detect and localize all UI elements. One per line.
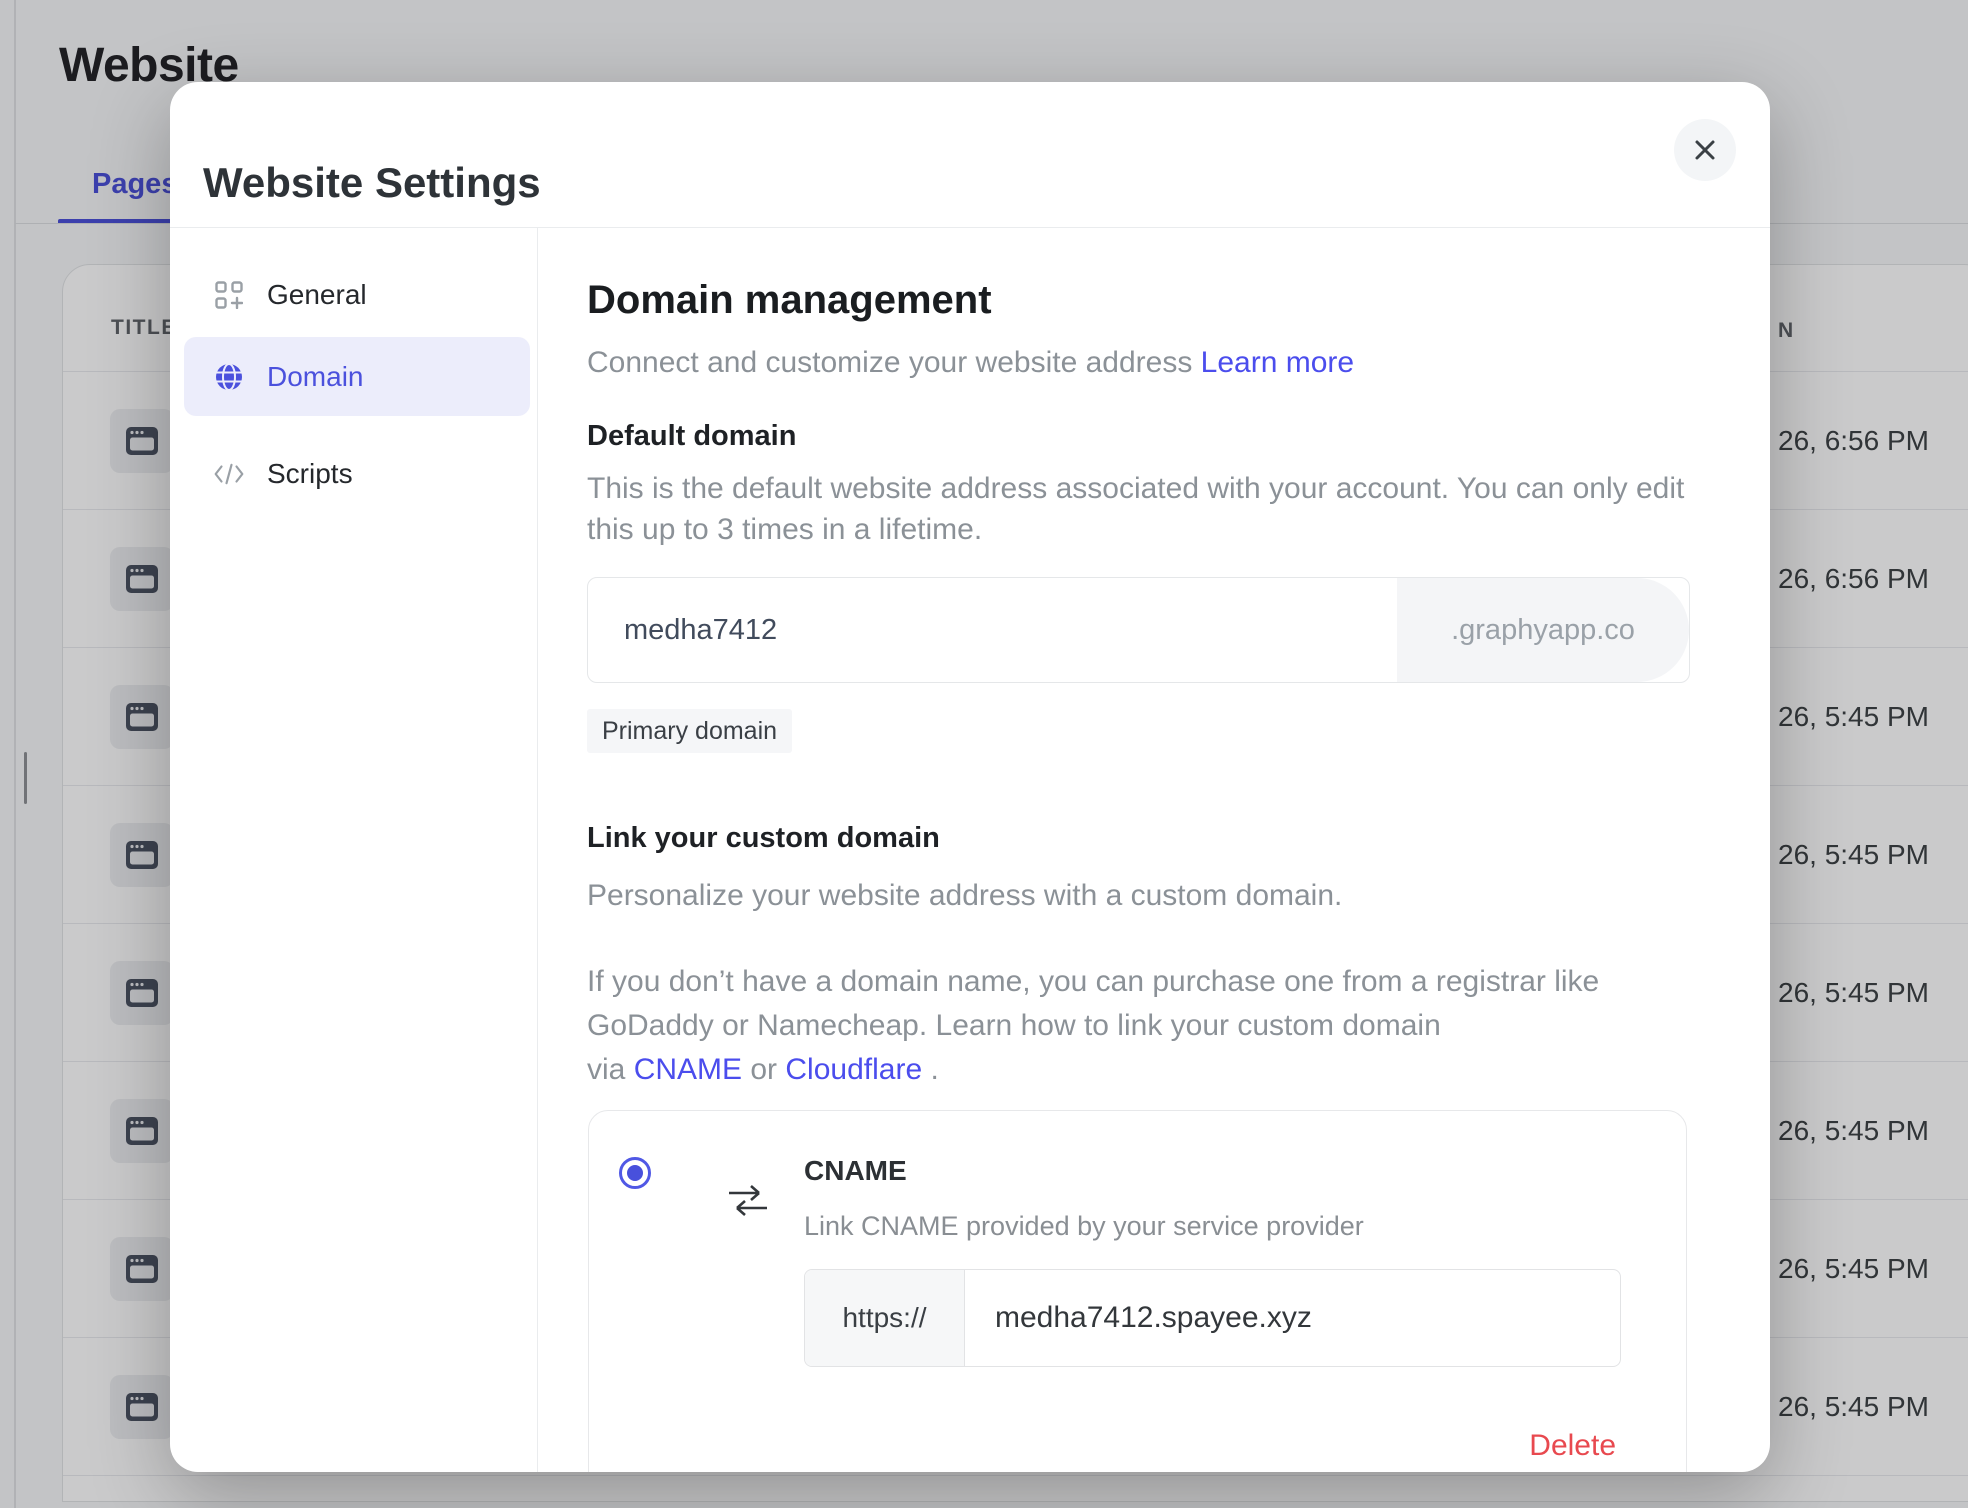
sidebar-item-domain[interactable]: Domain — [184, 337, 530, 416]
globe-icon — [214, 362, 244, 392]
sidebar-item-general[interactable]: General — [184, 255, 530, 334]
code-icon — [214, 461, 244, 487]
swap-arrows-icon — [727, 1181, 769, 1224]
info-text: . — [922, 1053, 939, 1086]
cname-radio[interactable] — [619, 1157, 651, 1189]
sidebar-item-label: Scripts — [267, 458, 353, 490]
custom-domain-label: Link your custom domain — [587, 822, 940, 855]
primary-domain-badge: Primary domain — [587, 709, 792, 753]
default-domain-label: Default domain — [587, 420, 796, 453]
modal-title: Website Settings — [203, 159, 541, 207]
website-settings-modal: Website Settings General Domain — [170, 82, 1770, 1472]
section-subtitle: Connect and customize your website addre… — [587, 346, 1354, 380]
grid-plus-icon — [214, 281, 244, 309]
description-line: this up to 3 times in a lifetime. — [587, 509, 1684, 550]
default-domain-input[interactable] — [588, 578, 1398, 682]
cname-link[interactable]: CNAME — [634, 1053, 742, 1086]
info-text: via — [587, 1053, 634, 1086]
cname-url-input[interactable] — [965, 1270, 1620, 1366]
delete-cname-button[interactable]: Delete — [1529, 1429, 1616, 1463]
subtitle-text: Connect and customize your website addre… — [587, 346, 1201, 379]
info-line: If you don’t have a domain name, you can… — [587, 960, 1599, 1004]
sidebar-item-label: General — [267, 279, 367, 311]
sidebar-divider — [537, 228, 538, 1472]
default-domain-description: This is the default website address asso… — [587, 468, 1684, 550]
registrar-info: If you don’t have a domain name, you can… — [587, 960, 1599, 1092]
description-line: This is the default website address asso… — [587, 468, 1684, 509]
cname-card-description: Link CNAME provided by your service prov… — [804, 1211, 1364, 1242]
close-button[interactable] — [1674, 119, 1736, 181]
close-icon — [1693, 138, 1717, 162]
info-line: GoDaddy or Namecheap. Learn how to link … — [587, 1004, 1599, 1048]
url-protocol-prefix: https:// — [805, 1270, 965, 1366]
cloudflare-link[interactable]: Cloudflare — [785, 1053, 922, 1086]
cname-card-title: CNAME — [804, 1155, 907, 1187]
learn-more-link[interactable]: Learn more — [1201, 346, 1354, 379]
cname-url-group: https:// — [804, 1269, 1621, 1367]
sidebar-item-scripts[interactable]: Scripts — [184, 434, 530, 513]
domain-suffix: .graphyapp.co — [1397, 578, 1689, 682]
info-text: or — [742, 1053, 785, 1086]
modal-header-divider — [170, 227, 1770, 228]
sidebar-item-label: Domain — [267, 361, 363, 393]
info-line: via CNAME or Cloudflare . — [587, 1048, 1599, 1092]
cname-card: CNAME Link CNAME provided by your servic… — [588, 1110, 1687, 1472]
default-domain-input-group: .graphyapp.co — [587, 577, 1690, 683]
section-heading: Domain management — [587, 278, 992, 323]
custom-domain-description: Personalize your website address with a … — [587, 875, 1342, 916]
